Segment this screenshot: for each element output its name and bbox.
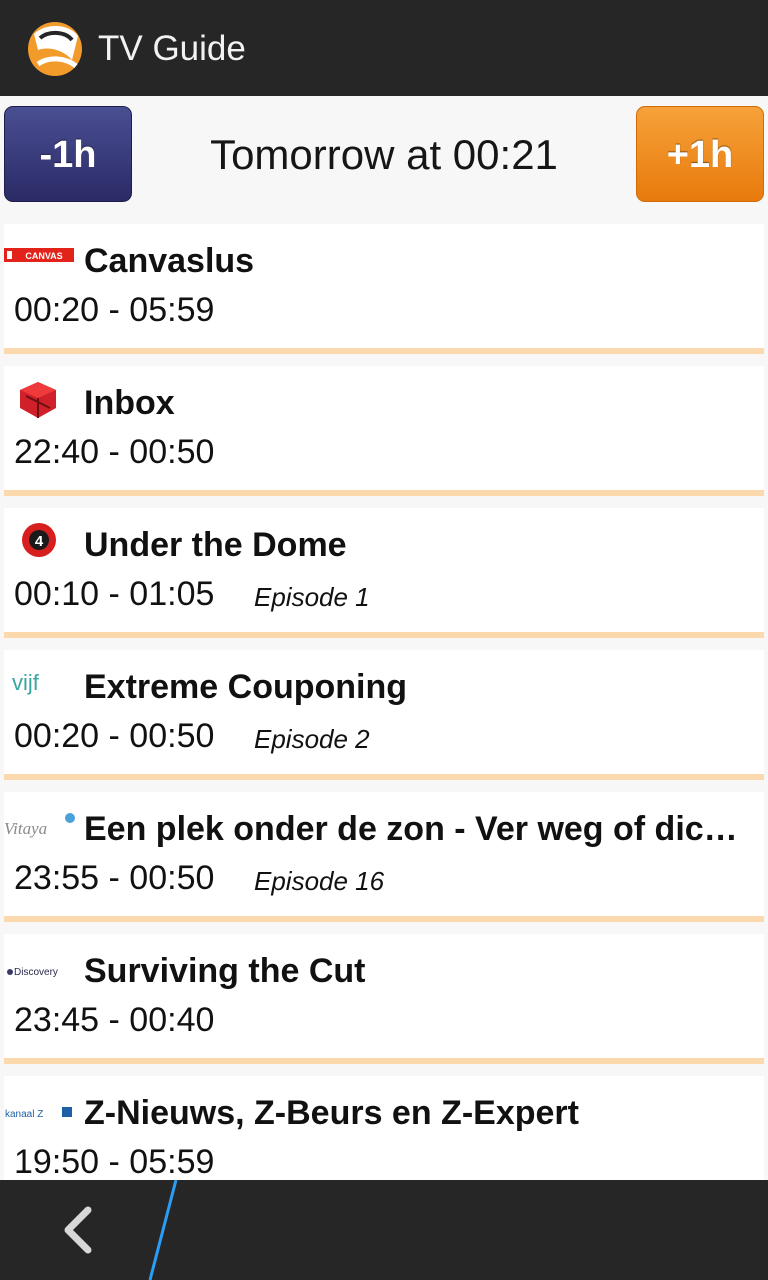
app-title: TV Guide [98, 29, 246, 68]
list-item[interactable]: Inbox 22:40 - 00:50 [4, 366, 764, 496]
svg-text:Vitaya: Vitaya [4, 819, 47, 838]
program-title: Z-Nieuws, Z-Beurs en Z-Expert [84, 1094, 579, 1132]
time-navigation: -1h Tomorrow at 00:21 +1h [0, 96, 768, 224]
vitaya-logo-icon: Vitaya [4, 813, 75, 838]
program-title: Under the Dome [84, 526, 347, 564]
program-time: 19:50 - 05:59 [14, 1143, 215, 1180]
list-item[interactable]: Vitaya Een plek onder de zon - Ver weg o… [4, 792, 764, 922]
svg-text:CANVAS: CANVAS [25, 251, 62, 261]
app-logo-icon [28, 22, 82, 76]
program-episode: Episode 1 [254, 582, 370, 612]
program-title: Canvaslus [84, 242, 255, 280]
list-item[interactable]: CANVAS Canvaslus 00:20 - 05:59 [4, 224, 764, 354]
red-cube-logo-icon [20, 382, 56, 418]
red-circle-4-logo-icon: 4 [22, 523, 56, 557]
program-list[interactable]: CANVAS Canvaslus 00:20 - 05:59 Inbox 22:… [0, 224, 768, 1180]
accent-divider-icon [148, 1180, 178, 1280]
vijf-logo-icon: vijf [12, 670, 40, 695]
action-bar: TV Guide [0, 0, 768, 96]
program-time: 00:20 - 00:50 [14, 717, 215, 755]
program-title: Een plek onder de zon - Ver weg of dicht… [84, 810, 754, 848]
svg-text:vijf: vijf [12, 670, 40, 695]
list-item[interactable]: Discovery Surviving the Cut 23:45 - 00:4… [4, 934, 764, 1064]
navigation-bar [0, 1180, 768, 1280]
svg-text:4: 4 [35, 533, 44, 550]
minus-one-hour-button[interactable]: -1h [4, 106, 132, 202]
list-item[interactable]: kanaal Z Z-Nieuws, Z-Beurs en Z-Expert 1… [4, 1076, 764, 1180]
program-time: 22:40 - 00:50 [14, 433, 215, 471]
list-item[interactable]: vijf Extreme Couponing 00:20 - 00:50 Epi… [4, 650, 764, 780]
canvas-logo-icon: CANVAS [4, 248, 74, 262]
discovery-logo-icon: Discovery [7, 967, 58, 978]
program-time: 23:45 - 00:40 [14, 1001, 215, 1039]
svg-text:kanaal Z: kanaal Z [5, 1109, 43, 1120]
svg-text:Discovery: Discovery [14, 967, 58, 978]
program-time: 00:10 - 01:05 [14, 575, 215, 613]
program-time: 23:55 - 00:50 [14, 859, 215, 897]
list-item[interactable]: 4 Under the Dome 00:10 - 01:05 Episode 1 [4, 508, 764, 638]
back-chevron-icon[interactable] [40, 1190, 120, 1270]
plus-one-hour-button[interactable]: +1h [636, 106, 764, 202]
current-time-label: Tomorrow at 00:21 [210, 131, 558, 178]
program-time: 00:20 - 05:59 [14, 291, 215, 329]
kanaal-z-logo-icon: kanaal Z [5, 1107, 72, 1120]
program-episode: Episode 2 [254, 724, 370, 754]
program-title: Inbox [84, 384, 175, 422]
program-title: Extreme Couponing [84, 668, 408, 706]
program-episode: Episode 16 [254, 866, 385, 896]
program-title: Surviving the Cut [84, 952, 366, 990]
